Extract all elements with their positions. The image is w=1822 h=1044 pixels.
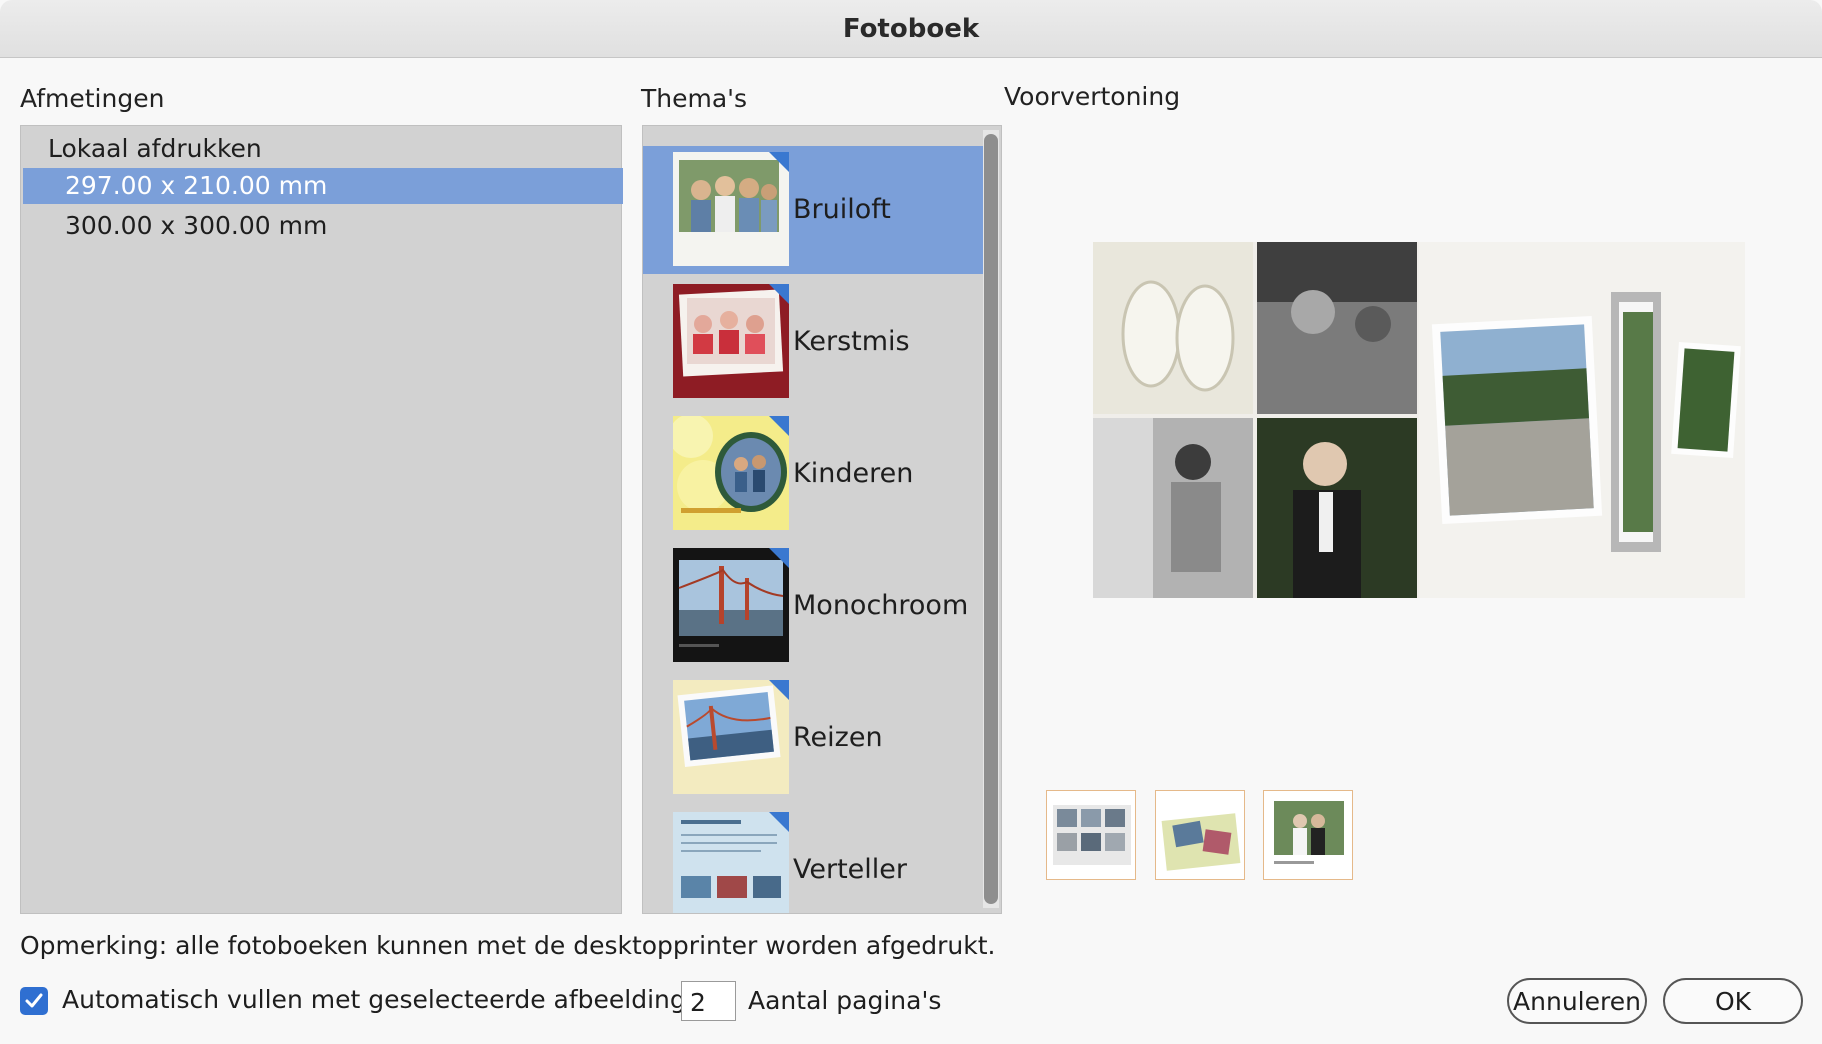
cancel-button[interactable]: Annuleren — [1507, 978, 1647, 1024]
preview-thumbnail-2[interactable] — [1155, 790, 1245, 880]
autofill-label: Automatisch vullen met geselecteerde afb… — [62, 985, 717, 1014]
theme-label-verteller: Verteller — [793, 854, 907, 885]
autofill-checkbox[interactable] — [20, 987, 48, 1015]
checkmark-icon — [25, 993, 43, 1008]
theme-item-verteller[interactable]: Verteller — [643, 806, 983, 913]
size-item-297x210[interactable]: 297.00 x 210.00 mm — [23, 168, 623, 204]
theme-item-kerstmis[interactable]: Kerstmis — [643, 278, 983, 406]
size-item-300x300[interactable]: 300.00 x 300.00 mm — [23, 208, 623, 244]
preview-spread-image — [1093, 242, 1745, 598]
sizes-label: Afmetingen — [20, 84, 165, 113]
christmas-thumbnail-icon — [673, 284, 789, 398]
children-thumbnail-icon — [673, 416, 789, 530]
preview-thumbnail-1[interactable] — [1046, 790, 1136, 880]
size-group-local-print: Lokaal afdrukken — [48, 134, 262, 163]
sizes-list[interactable]: Lokaal afdrukken 297.00 x 210.00 mm 300.… — [20, 125, 623, 914]
print-note: Opmerking: alle fotoboeken kunnen met de… — [20, 931, 996, 960]
theme-label-monochroom: Monochroom — [793, 590, 969, 621]
wedding-thumbnail-icon — [673, 152, 789, 266]
storyteller-thumbnail-icon — [673, 812, 789, 913]
theme-item-monochroom[interactable]: Monochroom — [643, 542, 983, 670]
dialog-title: Fotoboek — [0, 0, 1822, 58]
theme-label-bruiloft: Bruiloft — [793, 194, 891, 225]
ok-button[interactable]: OK — [1663, 978, 1803, 1024]
travel-thumbnail-icon — [673, 680, 789, 794]
theme-label-reizen: Reizen — [793, 722, 883, 753]
page-count-input[interactable]: 2 — [681, 981, 736, 1021]
preview-thumbnail-3[interactable] — [1263, 790, 1353, 880]
themes-label: Thema's — [641, 84, 748, 113]
theme-label-kerstmis: Kerstmis — [793, 326, 910, 357]
page-count-label: Aantal pagina's — [748, 986, 942, 1015]
monochrome-thumbnail-icon — [673, 548, 789, 662]
theme-label-kinderen: Kinderen — [793, 458, 914, 489]
themes-scrollbar-thumb[interactable] — [984, 134, 998, 904]
preview-label: Voorvertoning — [1004, 82, 1181, 111]
themes-list[interactable]: Bruiloft Kerstmis Kinderen Monochroom Re… — [642, 125, 1002, 914]
theme-item-reizen[interactable]: Reizen — [643, 674, 983, 802]
theme-item-bruiloft[interactable]: Bruiloft — [643, 146, 983, 274]
theme-item-kinderen[interactable]: Kinderen — [643, 410, 983, 538]
